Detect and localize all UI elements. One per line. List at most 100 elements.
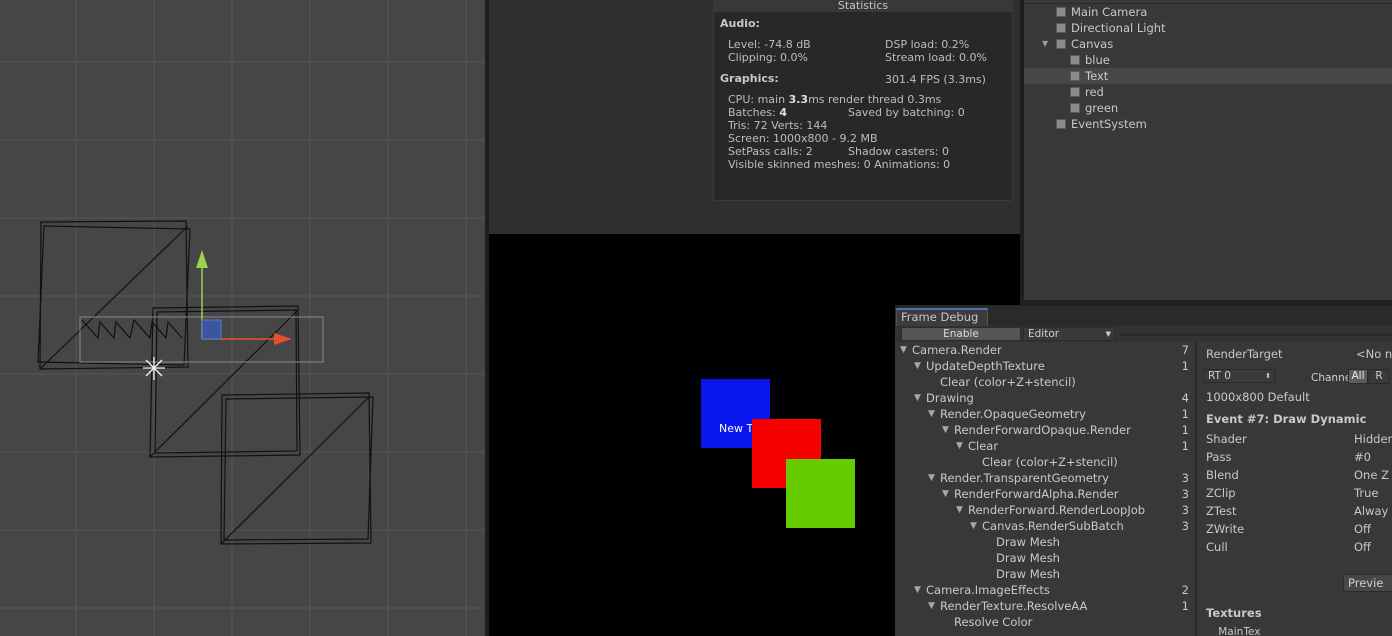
saved-by-batching: Saved by batching: 0 — [848, 106, 965, 119]
expand-arrow-icon[interactable]: ▼ — [928, 470, 935, 486]
statistics-panel: Statistics Audio: Level: -74.8 dB DSP lo… — [713, 0, 1013, 201]
cpu-stats: CPU: main 3.3ms render thread 0.3ms — [728, 93, 942, 106]
channel-r-button[interactable]: R — [1369, 369, 1389, 384]
expand-arrow-icon[interactable]: ▼ — [956, 502, 963, 518]
tree-row[interactable]: Clear (color+Z+stencil) — [895, 454, 1195, 470]
tris-verts: Tris: 72 Verts: 144 — [728, 119, 828, 132]
hierarchy-item-green[interactable]: green — [1070, 100, 1118, 116]
scene-viewport[interactable] — [0, 0, 485, 636]
expand-arrow-icon[interactable]: ▼ — [970, 518, 977, 534]
frame-debug-window[interactable]: Frame Debug Enable Editor ▼ ▼ Camera.Rende… — [895, 305, 1392, 636]
preview-button[interactable]: Previe — [1343, 574, 1392, 592]
event-title: Event #7: Draw Dynamic — [1206, 412, 1367, 426]
audio-level: Level: -74.8 dB — [728, 38, 811, 51]
prop-name: ZTest — [1206, 504, 1237, 518]
hierarchy-item-eventsystem[interactable]: EventSystem — [1056, 116, 1147, 132]
hierarchy-panel[interactable]: Main Camera Directional Light ▼ Canvas b… — [1024, 0, 1392, 300]
render-target-value: <No n — [1356, 347, 1392, 361]
enable-button[interactable]: Enable — [901, 327, 1021, 341]
tree-row[interactable]: Draw Mesh — [895, 534, 1195, 550]
event-details-panel: RenderTarget <No n RT 0 ⬍ Channels All R … — [1197, 342, 1392, 636]
tree-row[interactable]: ▼ Canvas.RenderSubBatch 3 — [895, 518, 1195, 534]
dsp-load: DSP load: 0.2% — [885, 38, 970, 51]
gameobject-icon — [1070, 87, 1080, 97]
event-tree[interactable]: ▼ Camera.Render 7 ▼ UpdateDepthTexture 1 Cle… — [895, 342, 1195, 636]
tree-row[interactable]: ▼ Render.TransparentGeometry 3 — [895, 470, 1195, 486]
tree-row[interactable]: ▼ Camera.Render 7 — [895, 342, 1195, 358]
expand-arrow-icon[interactable]: ▼ — [914, 358, 921, 374]
prop-value: Off — [1354, 522, 1371, 536]
hierarchy-item-canvas[interactable]: Canvas — [1056, 36, 1113, 52]
tree-row[interactable]: ▼ Drawing 4 — [895, 390, 1195, 406]
rt-dropdown[interactable]: RT 0 ⬍ — [1203, 369, 1275, 383]
scene-view[interactable] — [0, 0, 485, 636]
expand-arrow-icon[interactable]: ▼ — [956, 438, 963, 454]
setpass-calls: SetPass calls: 2 — [728, 145, 813, 158]
tree-row[interactable]: ▼ Camera.ImageEffects 2 — [895, 582, 1195, 598]
prop-value: Off — [1354, 540, 1371, 554]
chevron-updown-icon: ⬍ — [1265, 372, 1271, 380]
prop-name: Blend — [1206, 468, 1239, 482]
batches: Batches: 4 — [728, 106, 787, 119]
tree-row[interactable]: Clear (color+Z+stencil) — [895, 374, 1195, 390]
tree-row[interactable]: Draw Mesh — [895, 566, 1195, 582]
textures-header: Textures — [1206, 606, 1262, 620]
gameobject-icon — [1056, 119, 1066, 129]
prop-value: #0 — [1354, 450, 1371, 464]
hierarchy-item-blue[interactable]: blue — [1070, 52, 1110, 68]
expand-arrow-icon[interactable]: ▼ — [928, 406, 935, 422]
expand-arrow-icon[interactable]: ▼ — [942, 422, 949, 438]
prop-name: ZClip — [1206, 486, 1236, 500]
prop-value: Hidden — [1354, 432, 1392, 446]
expand-arrow-icon[interactable]: ▼ — [914, 390, 921, 406]
shadow-casters: Shadow casters: 0 — [848, 145, 949, 158]
target-dropdown[interactable]: Editor ▼ — [1023, 327, 1115, 341]
pivot-cursor-icon — [143, 357, 165, 380]
tab-frame-debug[interactable]: Frame Debug — [896, 308, 988, 326]
gameobject-icon — [1056, 39, 1066, 49]
graphics-header: Graphics: — [720, 72, 779, 85]
scene-grid — [0, 0, 485, 636]
resolution-label: 1000x800 Default — [1206, 390, 1310, 404]
tree-row[interactable]: ▼ Render.OpaqueGeometry 1 — [895, 406, 1195, 422]
expand-arrow-icon[interactable]: ▼ — [928, 598, 935, 614]
hierarchy-item-text[interactable]: Text — [1024, 68, 1392, 84]
audio-header: Audio: — [720, 17, 760, 30]
scene-wireframes — [37, 220, 374, 545]
maintex-label: _MainTex — [1213, 626, 1261, 636]
fps-readout: 301.4 FPS (3.3ms) — [885, 73, 986, 86]
hierarchy-item-red[interactable]: red — [1070, 84, 1104, 100]
tree-row[interactable]: ▼ RenderForward.RenderLoopJob 3 — [895, 502, 1195, 518]
channel-all-button[interactable]: All — [1348, 369, 1368, 384]
hierarchy-item-directional-light[interactable]: Directional Light — [1056, 20, 1166, 36]
expand-arrow-icon[interactable]: ▼ — [942, 486, 949, 502]
tree-row[interactable]: ▼ RenderForwardOpaque.Render 1 — [895, 422, 1195, 438]
gameobject-icon — [1056, 7, 1066, 17]
prop-name: Cull — [1206, 540, 1228, 554]
clipping: Clipping: 0.0% — [728, 51, 808, 64]
gameobject-icon — [1056, 23, 1066, 33]
tree-row[interactable]: Resolve Color — [895, 614, 1195, 630]
green-square — [786, 459, 855, 528]
skinned-meshes: Visible skinned meshes: 0 Animations: 0 — [728, 158, 951, 171]
prop-name: ZWrite — [1206, 522, 1245, 536]
expand-arrow-icon[interactable]: ▼ — [914, 582, 921, 598]
tree-row[interactable]: ▼ UpdateDepthTexture 1 — [895, 358, 1195, 374]
tree-row[interactable]: ▼ RenderForwardAlpha.Render 3 — [895, 486, 1195, 502]
expand-arrow-icon[interactable]: ▼ — [1042, 39, 1048, 48]
prop-value: True — [1354, 486, 1379, 500]
tree-row[interactable]: ▼ Clear 1 — [895, 438, 1195, 454]
frame-debug-tabbar: Frame Debug — [895, 306, 1392, 326]
gameobject-icon — [1070, 103, 1080, 113]
prop-name: Shader — [1206, 432, 1247, 446]
expand-arrow-icon[interactable]: ▼ — [900, 342, 907, 358]
event-slider[interactable] — [1119, 333, 1392, 336]
gameobject-icon — [1070, 71, 1080, 81]
hierarchy-item-main-camera[interactable]: Main Camera — [1056, 4, 1147, 20]
tree-row[interactable]: ▼ RenderTexture.ResolveAA 1 — [895, 598, 1195, 614]
frame-debug-toolbar: Enable Editor ▼ — [895, 326, 1392, 342]
gameobject-icon — [1070, 55, 1080, 65]
stream-load: Stream load: 0.0% — [885, 51, 987, 64]
tree-row[interactable]: Draw Mesh — [895, 550, 1195, 566]
screen-stats: Screen: 1000x800 - 9.2 MB — [728, 132, 878, 145]
